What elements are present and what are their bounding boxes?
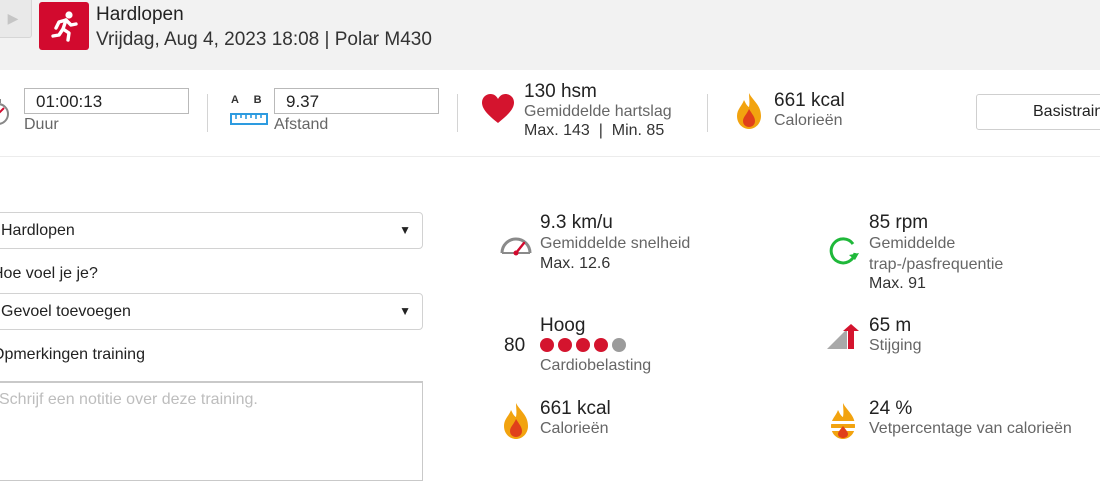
avg-speed-label: Gemiddelde snelheid xyxy=(540,235,691,252)
session-date-device: Vrijdag, Aug 4, 2023 18:08 | Polar M430 xyxy=(96,29,432,50)
sport-select[interactable]: Hardlopen ▼ xyxy=(0,212,423,249)
calories-value: 661 kcal xyxy=(774,90,845,111)
cadence-icon xyxy=(829,237,859,265)
avg-cadence-value: 85 rpm xyxy=(869,212,929,233)
speedometer-icon xyxy=(500,237,532,256)
max-speed-value: Max. 12.6 xyxy=(540,255,611,272)
ab-distance-icon: A B xyxy=(231,94,262,106)
ab-b-label: B xyxy=(253,94,262,106)
distance-label: Afstand xyxy=(274,116,329,133)
duration-input[interactable]: 01:00:13 xyxy=(24,88,189,114)
previous-session-button[interactable]: ▶ xyxy=(0,0,32,38)
distance-input[interactable]: 9.37 xyxy=(274,88,439,114)
load-dot-filled xyxy=(594,338,608,352)
fat-burn-icon xyxy=(831,403,855,439)
caret-down-icon: ▼ xyxy=(399,223,411,237)
load-dot-filled xyxy=(576,338,590,352)
stopwatch-icon xyxy=(0,99,9,125)
calories-stat-value: 661 kcal xyxy=(540,398,611,419)
divider xyxy=(457,94,458,132)
running-sport-icon xyxy=(39,2,89,50)
cardio-load-number: 80 xyxy=(504,335,526,356)
heart-rate-label: Gemiddelde hartslag xyxy=(524,103,672,120)
load-dot-empty xyxy=(612,338,626,352)
fat-percentage-value: 24 % xyxy=(869,398,913,419)
duration-label: Duur xyxy=(24,116,59,133)
sport-select-value: Hardlopen xyxy=(1,222,75,239)
calories-label: Calorieën xyxy=(774,112,843,129)
notes-textarea[interactable]: Schrijf een notitie over deze training. xyxy=(0,381,423,481)
notes-label: Opmerkingen training xyxy=(0,346,145,363)
training-benefit-button[interactable]: Basistraining xyxy=(976,94,1100,130)
heart-rate-value: 130 hsm xyxy=(524,81,597,102)
ab-a-label: A xyxy=(231,94,239,106)
load-dot-filled xyxy=(558,338,572,352)
avg-cadence-label-1: Gemiddelde xyxy=(869,235,956,252)
avg-cadence-label-2: trap-/pasfrequentie xyxy=(869,256,1004,273)
ascent-label: Stijging xyxy=(869,337,922,354)
feeling-select-value: Gevoel toevoegen xyxy=(1,303,131,320)
flame-icon xyxy=(737,93,761,129)
avg-speed-value: 9.3 km/u xyxy=(540,212,613,233)
ascent-value: 65 m xyxy=(869,315,912,336)
session-header: ▶ Hardlopen Vrijdag, Aug 4, 2023 18:08 |… xyxy=(0,0,1100,70)
fat-percentage-label: Vetpercentage van calorieën xyxy=(869,420,1072,437)
divider xyxy=(207,94,208,132)
divider xyxy=(707,94,708,132)
feeling-select[interactable]: Gevoel toevoegen ▼ xyxy=(0,293,423,330)
summary-strip: 01:00:13 Duur A B 9.37 Afstand 130 hsm G… xyxy=(0,70,1100,157)
cardio-load-label: Cardiobelasting xyxy=(540,357,652,374)
heart-icon xyxy=(482,94,514,123)
sport-title: Hardlopen xyxy=(96,4,184,25)
play-icon: ▶ xyxy=(7,10,19,26)
cardio-load-level: Hoog xyxy=(540,315,586,336)
max-cadence-value: Max. 91 xyxy=(869,275,926,292)
flame-icon xyxy=(504,403,528,439)
caret-down-icon: ▼ xyxy=(399,304,411,318)
feeling-label: Hoe voel je je? xyxy=(0,265,98,282)
calories-stat-label: Calorieën xyxy=(540,420,609,437)
ascent-icon xyxy=(827,324,859,349)
heart-rate-minmax: Max. 143 | Min. 85 xyxy=(524,122,665,139)
load-dot-filled xyxy=(540,338,554,352)
ruler-icon xyxy=(230,113,268,125)
